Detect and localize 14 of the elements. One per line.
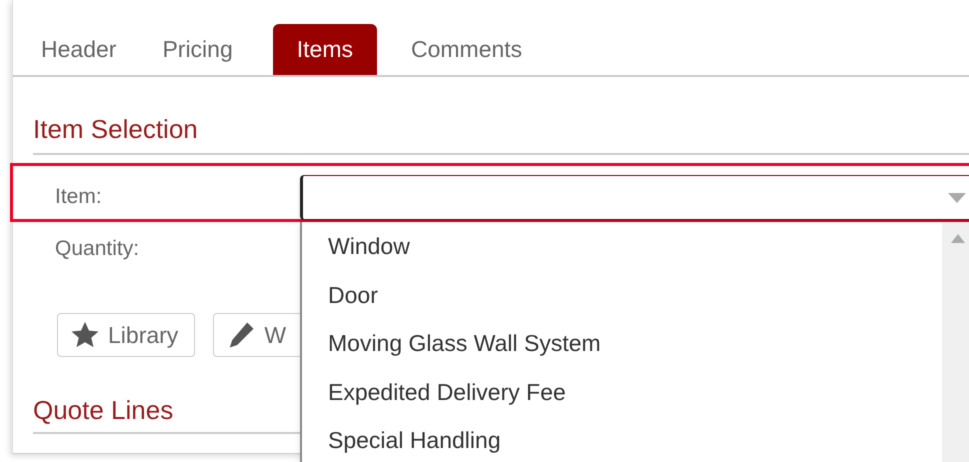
dropdown-caret-icon[interactable] — [948, 193, 966, 203]
scroll-up-icon[interactable] — [951, 234, 965, 243]
field-label: Quantity: — [55, 237, 140, 261]
tab[interactable]: Header — [21, 24, 136, 75]
star-icon — [70, 320, 100, 350]
tab[interactable]: Pricing — [142, 24, 253, 75]
scrollbar[interactable] — [942, 222, 969, 462]
dropdown-option[interactable]: Window — [302, 222, 928, 270]
tab[interactable]: Items — [272, 24, 377, 75]
item-select-field[interactable] — [300, 175, 969, 220]
tab[interactable]: Comments — [390, 24, 542, 75]
field-label: Item: — [55, 185, 102, 209]
toolbar-button[interactable]: Library — [57, 313, 196, 357]
section-title: Item Selection — [33, 77, 969, 155]
